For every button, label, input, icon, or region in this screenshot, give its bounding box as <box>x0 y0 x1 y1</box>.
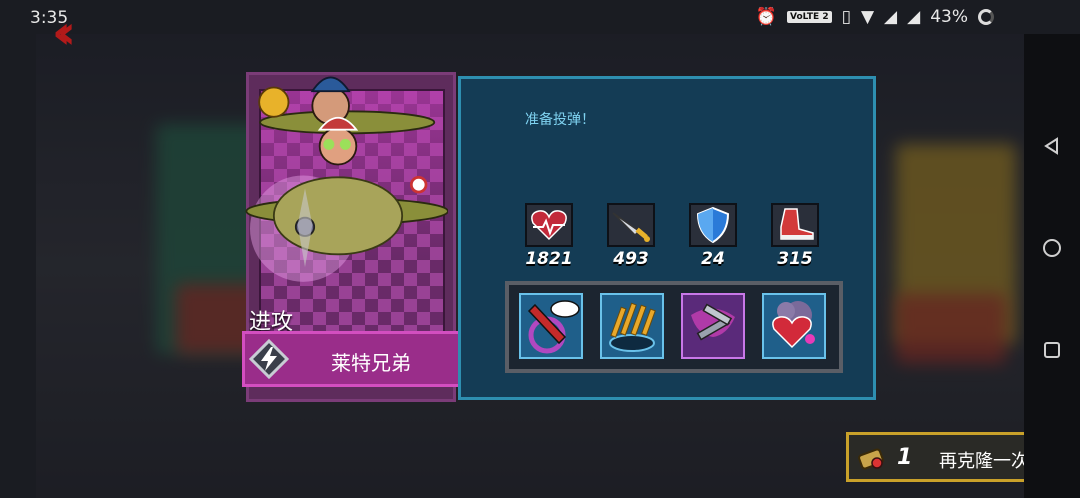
status-bar: 3:35 ⏰ VoLTE 2 ▯ ▼ ◢ ◢ 43% <box>0 0 1080 34</box>
sword-icon <box>607 203 655 247</box>
stats-row: 1821 493 24 315 <box>519 203 839 273</box>
wrench-repair-icon <box>691 303 735 341</box>
volte-badge: VoLTE 2 <box>787 11 832 23</box>
heart-icon <box>525 203 573 247</box>
hero-plane-illustration <box>245 76 448 282</box>
clone-again-button[interactable]: 1 再克隆一次 <box>846 432 1050 482</box>
battery-text: 43% <box>930 7 968 27</box>
clone-label: 再克隆一次 <box>939 451 1029 472</box>
skill-slot-1[interactable] <box>519 293 583 359</box>
hero-name-bar: 莱特兄弟 <box>242 331 464 387</box>
boot-icon <box>771 203 819 247</box>
hero-info-panel: 准备投弹！ 1821 493 24 315 <box>458 76 876 400</box>
vibrate-icon: ▯ <box>841 7 851 27</box>
lightning-icon <box>249 339 289 379</box>
stat-attack-value: 493 <box>613 249 649 269</box>
shield-icon <box>689 203 737 247</box>
nav-recents-icon[interactable] <box>1040 338 1064 362</box>
clone-count: 1 <box>897 445 913 470</box>
stat-defense: 24 <box>683 203 743 269</box>
stat-speed: 315 <box>765 203 825 269</box>
stat-speed-value: 315 <box>777 249 813 269</box>
skill-slot-4[interactable] <box>762 293 826 359</box>
rocket-boom-icon <box>527 300 580 354</box>
explosion-heart-icon <box>772 301 815 349</box>
signal-icon-2: ◢ <box>907 7 921 27</box>
skills-row <box>505 281 843 373</box>
battery-icon <box>978 9 994 25</box>
back-chevron-icon[interactable]: ‹‹ <box>52 9 98 55</box>
nav-back-icon[interactable] <box>1040 134 1064 158</box>
stat-attack: 493 <box>601 203 661 269</box>
stat-health-value: 1821 <box>525 249 573 269</box>
stat-defense-value: 24 <box>701 249 725 269</box>
alarm-icon: ⏰ <box>755 7 778 27</box>
status-icons: ⏰ VoLTE 2 ▯ ▼ ◢ ◢ 43% <box>756 7 994 27</box>
skill-slot-3[interactable] <box>681 293 745 359</box>
nav-home-icon[interactable] <box>1040 236 1064 260</box>
hero-description: 准备投弹！ <box>525 112 595 128</box>
bullet-rain-icon <box>609 302 656 352</box>
hero-name: 莱特兄弟 <box>331 351 411 375</box>
stat-health: 1821 <box>519 203 579 269</box>
wifi-icon: ▼ <box>860 7 875 27</box>
android-nav-bar <box>1024 34 1080 498</box>
clone-token-icon <box>858 448 884 470</box>
skill-slot-2[interactable] <box>600 293 664 359</box>
signal-icon: ◢ <box>884 7 898 27</box>
